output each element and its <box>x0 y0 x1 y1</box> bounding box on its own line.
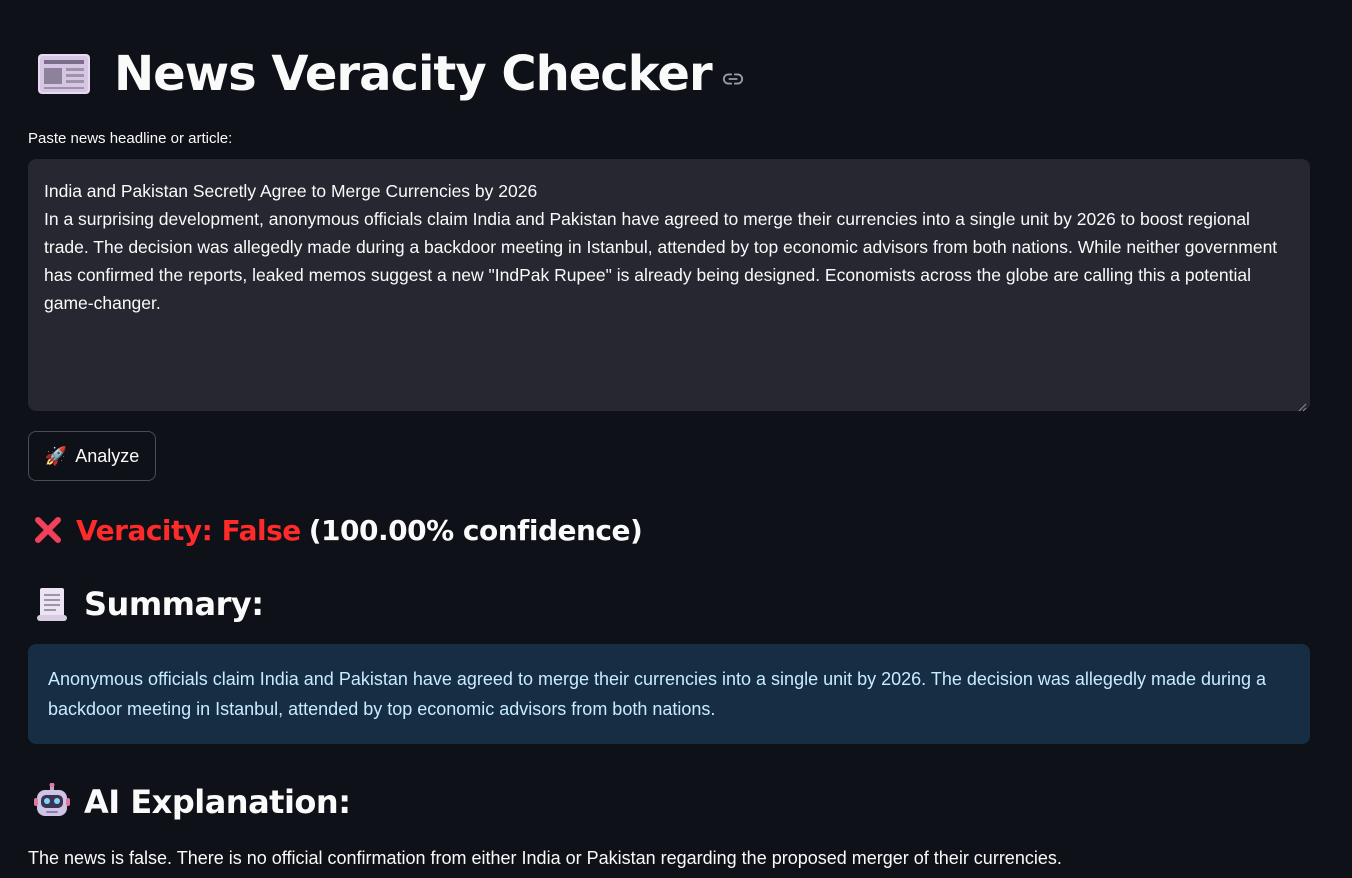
ai-explanation-heading: AI Explanation: <box>34 780 351 824</box>
summary-info-box: Anonymous officials claim India and Paki… <box>28 644 1310 744</box>
summary-text: Anonymous officials claim India and Paki… <box>48 669 1267 719</box>
analyze-button[interactable]: 🚀 Analyze <box>28 431 156 481</box>
confidence-text: (100.00% confidence) <box>308 513 643 547</box>
input-label: Paste news headline or article: <box>28 130 233 147</box>
news-textarea[interactable]: India and Pakistan Secretly Agree to Mer… <box>28 159 1310 412</box>
ai-explanation-heading-text: AI Explanation: <box>84 783 351 821</box>
veracity-result: Veracity: False (100.00% confidence) <box>32 508 643 552</box>
link-icon[interactable] <box>722 68 744 90</box>
page-header: News Veracity Checker <box>36 40 744 108</box>
news-textarea-value[interactable]: India and Pakistan Secretly Agree to Mer… <box>44 177 1294 317</box>
ai-explanation-text: The news is false. There is no official … <box>28 848 1062 868</box>
summary-heading-text: Summary: <box>84 585 264 623</box>
summary-heading: Summary: <box>34 582 264 626</box>
veracity-label: Veracity: False <box>76 513 301 547</box>
cross-mark-icon <box>32 514 64 546</box>
app-main: News Veracity Checker Paste news headlin… <box>0 0 1352 878</box>
newspaper-icon <box>36 50 92 98</box>
analyze-button-label: Analyze <box>75 445 140 466</box>
resize-handle-icon[interactable] <box>1298 399 1307 412</box>
page-title: News Veracity Checker <box>114 46 713 102</box>
robot-icon <box>34 782 70 821</box>
scroll-icon <box>34 585 70 623</box>
rocket-icon: 🚀 <box>44 445 68 466</box>
